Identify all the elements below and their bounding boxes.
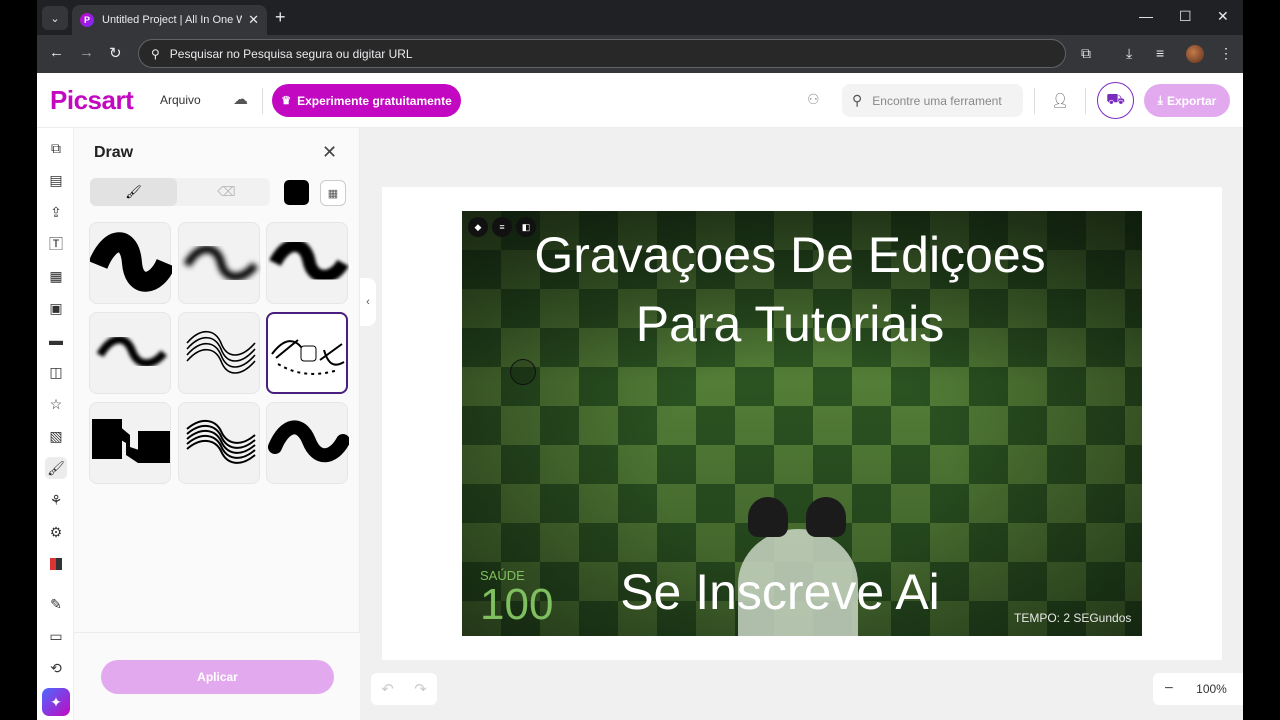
redo-icon[interactable]: ↷ [414, 680, 427, 698]
apps-icon[interactable] [45, 553, 67, 575]
eraser-mode-button[interactable]: ⌫ [183, 178, 270, 206]
brush-icon[interactable]: 🖌︎ [45, 457, 67, 479]
app-header: Picsart Arquivo ☁ ♛ Experimente gratuita… [37, 73, 1243, 128]
upload-icon[interactable]: ⇪ [45, 201, 67, 223]
templates-icon[interactable]: ⧉ [45, 137, 67, 159]
zoom-level[interactable]: 100% [1196, 682, 1227, 696]
brush-preset-selected[interactable] [266, 312, 348, 394]
tab-title: Untitled Project | All In One We [102, 14, 243, 26]
brush-settings-icon[interactable]: ▦ [320, 180, 346, 206]
cloud-save-icon[interactable]: ☁ [233, 90, 248, 108]
search-icon: ⚲ [852, 92, 863, 108]
tool-search-input[interactable]: ⚲ Encontre uma ferrament [842, 84, 1023, 117]
layout-icon[interactable]: ▦ [45, 265, 67, 287]
history-controls: ↶ ↷ [371, 673, 437, 705]
picsart-logo[interactable]: Picsart [50, 85, 134, 116]
brush-preset[interactable] [178, 222, 260, 304]
text-icon[interactable]: 🅃 [45, 233, 67, 255]
user-icon[interactable]: 👤︎ [1049, 89, 1071, 111]
canvas-stage: ◆ ≡ ◧ Gravaçoes De Ediçoes Para Tutoriai… [360, 128, 1243, 720]
minimize-icon[interactable]: — [1139, 8, 1153, 24]
close-panel-icon[interactable]: ✕ [322, 142, 337, 163]
zoom-out-icon[interactable]: − [1164, 680, 1173, 698]
add-collaborator-icon[interactable]: ⚇ [807, 91, 820, 108]
download-icon[interactable]: ⤓ [1126, 45, 1132, 62]
pattern-icon[interactable]: ▧ [45, 425, 67, 447]
apply-button[interactable]: Aplicar [101, 660, 334, 694]
reload-icon[interactable]: ↻ [109, 44, 122, 62]
maximize-icon[interactable]: ☐ [1179, 8, 1192, 25]
color-swatch[interactable] [284, 180, 309, 205]
ai-icon[interactable]: ✦ [42, 688, 70, 716]
brush-preset[interactable] [89, 222, 172, 304]
tab-search-button[interactable]: ⌄ [42, 6, 68, 30]
link-icon[interactable]: ⟲ [45, 657, 67, 679]
time-label: TEMPO: 2 SEGundos [1014, 611, 1132, 625]
profile-avatar[interactable] [1186, 45, 1204, 63]
image-icon[interactable]: ▣ [45, 297, 67, 319]
shoe-right [806, 497, 846, 537]
browser-window: ⌄ P Untitled Project | All In One We ✕ +… [37, 0, 1243, 720]
panel-title: Draw [94, 144, 134, 161]
close-window-icon[interactable]: ✕ [1217, 8, 1229, 25]
search-placeholder: Encontre uma ferrament [872, 93, 1002, 108]
video-icon[interactable]: ▬ [45, 329, 67, 351]
try-free-button[interactable]: ♛ Experimente gratuitamente [272, 84, 461, 117]
download-icon: ⤓ [1157, 93, 1163, 107]
draw-mode-toggle: 🖌︎ ⌫ [90, 178, 270, 206]
palette-icon[interactable]: ✎ [45, 593, 67, 615]
address-text: Pesquisar no Pesquisa segura ou digitar … [169, 46, 413, 61]
title-line-1[interactable]: Gravaçoes De Ediçoes [462, 226, 1118, 284]
forward-icon[interactable]: → [79, 44, 94, 61]
crown-icon: ♛ [281, 95, 292, 107]
media-icon[interactable]: ≡ [1156, 45, 1164, 61]
file-menu[interactable]: Arquivo [160, 93, 201, 107]
divider [262, 88, 263, 114]
draw-panel: Draw ✕ 🖌︎ ⌫ ▦ Aplicar [74, 128, 360, 720]
scooter-icon[interactable]: ⛟ [1097, 82, 1134, 119]
menu-icon[interactable]: ⋮ [1219, 45, 1233, 62]
brush-preset[interactable] [89, 312, 171, 394]
browser-tab[interactable]: P Untitled Project | All In One We ✕ [72, 5, 267, 35]
grid-icon[interactable]: ▤ [45, 169, 67, 191]
divider [1085, 88, 1086, 114]
address-bar[interactable]: ⚲ Pesquisar no Pesquisa segura ou digita… [138, 39, 1066, 68]
undo-icon[interactable]: ↶ [381, 680, 394, 698]
brush-mode-button[interactable]: 🖌︎ [90, 178, 177, 206]
folder-icon[interactable]: ▭ [45, 625, 67, 647]
brush-cursor [510, 359, 536, 385]
effects-icon[interactable]: ⚙ [45, 521, 67, 543]
title-line-2[interactable]: Para Tutoriais [462, 295, 1118, 353]
brush-preset[interactable] [266, 222, 349, 304]
panel-footer: Aplicar [74, 632, 360, 720]
collapse-panel-icon[interactable]: ‹ [360, 278, 376, 326]
brush-preset[interactable] [178, 402, 260, 484]
sticker-icon[interactable]: ◫ [45, 361, 67, 383]
export-button[interactable]: ⤓ Exportar [1144, 84, 1230, 117]
browser-toolbar: ← → ↻ ⚲ Pesquisar no Pesquisa segura ou … [37, 35, 1243, 73]
left-toolbar: ⧉ ▤ ⇪ 🅃 ▦ ▣ ▬ ◫ ☆ ▧ 🖌︎ ⚘ ⚙ ✎ ▭ ⟲ ✦ [37, 128, 74, 720]
picsart-favicon-icon: P [80, 13, 94, 27]
background-photo[interactable]: ◆ ≡ ◧ Gravaçoes De Ediçoes Para Tutoriai… [462, 211, 1142, 636]
search-icon: ⚲ [151, 46, 160, 61]
artboard[interactable]: ◆ ≡ ◧ Gravaçoes De Ediçoes Para Tutoriai… [382, 187, 1222, 660]
back-icon[interactable]: ← [49, 44, 64, 61]
brush-preset[interactable] [89, 402, 171, 484]
extensions-icon[interactable]: ⧉ [1081, 45, 1091, 62]
zoom-controls: − 100% + [1153, 673, 1243, 705]
try-free-label: Experimente gratuitamente [297, 93, 452, 108]
new-tab-icon[interactable]: + [275, 7, 286, 28]
shapes-icon[interactable]: ⚘ [45, 489, 67, 511]
brush-preset[interactable] [178, 312, 260, 394]
shoe-left [748, 497, 788, 537]
divider [1034, 88, 1035, 114]
export-label: Exportar [1166, 93, 1217, 108]
brush-preset[interactable] [266, 402, 349, 484]
close-tab-icon[interactable]: ✕ [248, 12, 259, 28]
tab-bar: ⌄ P Untitled Project | All In One We ✕ +… [37, 0, 1243, 35]
star-icon[interactable]: ☆ [45, 393, 67, 415]
subtitle-text[interactable]: Se Inscreve Ai [462, 563, 1098, 621]
